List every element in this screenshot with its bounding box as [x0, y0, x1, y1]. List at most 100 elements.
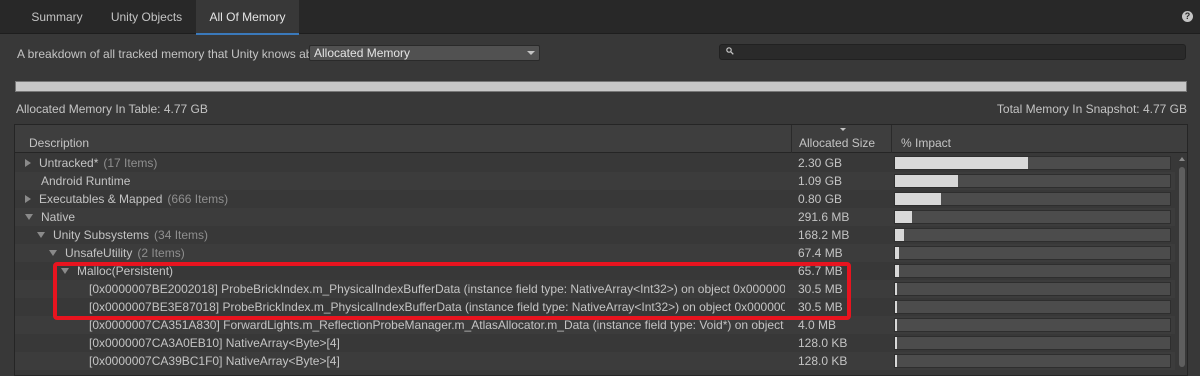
row-description: [0x0000007CA351A830] ForwardLights.m_Ref…	[89, 316, 785, 334]
row-label: Native	[41, 210, 76, 224]
scroll-up-icon[interactable]	[1179, 157, 1185, 161]
table-row[interactable]: Android Runtime 1.09 GB	[15, 172, 1175, 190]
expand-arrow-right-icon[interactable]	[25, 194, 31, 203]
row-allocated-size: 65.7 MB	[798, 264, 843, 278]
impact-bar-fill	[895, 193, 941, 205]
row-label: UnsafeUtility	[65, 246, 133, 260]
memory-table: Description Allocated Size % Impact Untr…	[14, 124, 1188, 376]
row-description: Unity Subsystems (34 Items)	[37, 226, 785, 244]
tab-bar: Summary Unity Objects All Of Memory ?	[0, 0, 1200, 35]
search-icon	[726, 47, 734, 55]
row-label: Unity Subsystems	[53, 228, 150, 242]
row-label: Executables & Mapped	[39, 192, 163, 206]
row-allocated-size: 67.4 MB	[798, 246, 843, 260]
allocated-in-table-label: Allocated Memory In Table: 4.77 GB	[16, 102, 208, 116]
row-allocated-size: 168.2 MB	[798, 228, 850, 242]
expand-arrow-down-icon[interactable]	[61, 267, 69, 274]
tab-unity-objects[interactable]: Unity Objects	[100, 0, 193, 34]
row-label: Android Runtime	[41, 174, 131, 188]
expand-arrow-down-icon[interactable]	[25, 213, 33, 220]
impact-bar	[894, 318, 1171, 332]
chevron-down-icon	[527, 51, 535, 55]
tab-summary[interactable]: Summary	[16, 0, 98, 34]
impact-bar-fill	[895, 247, 899, 259]
impact-bar-fill	[895, 265, 899, 277]
row-description: [0x0000007CA39BC1F0] NativeArray<Byte>[4…	[89, 352, 785, 370]
row-description: [0x0000007CA3A0EB10] NativeArray<Byte>[4…	[89, 334, 785, 352]
row-description: Executables & Mapped (666 Items)	[25, 190, 785, 208]
total-in-snapshot-label: Total Memory In Snapshot: 4.77 GB	[996, 102, 1187, 116]
table-row[interactable]: [0x0000007BE3E87018] ProbeBrickIndex.m_P…	[15, 298, 1175, 316]
expand-arrow-down-icon[interactable]	[37, 231, 45, 238]
column-divider[interactable]	[791, 125, 792, 153]
row-label: [0x0000007CA351A830] ForwardLights.m_Ref…	[89, 318, 785, 332]
table-row[interactable]: [0x0000007BE2002018] ProbeBrickIndex.m_P…	[15, 280, 1175, 298]
impact-bar	[894, 210, 1171, 224]
impact-bar-fill	[895, 157, 1028, 169]
row-label: [0x0000007CA39BC1F0] NativeArray<Byte>[4…	[89, 354, 340, 368]
column-allocated-size[interactable]: Allocated Size	[799, 125, 875, 153]
table-row[interactable]: Malloc(Persistent) 65.7 MB	[15, 262, 1175, 280]
impact-bar-fill	[895, 229, 904, 241]
view-dropdown[interactable]: Allocated Memory	[309, 45, 540, 61]
table-header: Description Allocated Size % Impact	[15, 125, 1187, 153]
impact-bar-fill	[895, 283, 897, 295]
impact-bar-fill	[895, 355, 897, 367]
row-description: [0x0000007BE3E87018] ProbeBrickIndex.m_P…	[89, 298, 785, 316]
help-icon[interactable]: ?	[1182, 11, 1193, 22]
column-divider[interactable]	[891, 125, 892, 153]
row-allocated-size: 128.0 KB	[798, 354, 848, 368]
table-row[interactable]: Unity Subsystems (34 Items) 168.2 MB	[15, 226, 1175, 244]
scrollbar-thumb[interactable]	[1179, 167, 1185, 367]
row-description: Malloc(Persistent)	[61, 262, 785, 280]
row-allocated-size: 30.5 MB	[798, 282, 843, 296]
row-label: [0x0000007BE2002018] ProbeBrickIndex.m_P…	[89, 282, 785, 296]
column-description[interactable]: Description	[29, 125, 89, 153]
tab-all-of-memory[interactable]: All Of Memory	[196, 0, 299, 35]
row-item-count: (666 Items)	[167, 192, 229, 206]
row-label: Untracked*	[39, 156, 99, 170]
vertical-scrollbar[interactable]	[1177, 153, 1187, 375]
impact-bar	[894, 156, 1171, 170]
table-row[interactable]: UnsafeUtility (2 Items) 67.4 MB	[15, 244, 1175, 262]
row-description: [0x0000007BE2002018] ProbeBrickIndex.m_P…	[89, 280, 785, 298]
impact-bar	[894, 264, 1171, 278]
search-input[interactable]	[719, 44, 1186, 60]
view-dropdown-value: Allocated Memory	[314, 46, 411, 60]
row-allocated-size: 4.0 MB	[798, 318, 837, 332]
row-allocated-size: 2.30 GB	[798, 156, 843, 170]
column-impact[interactable]: % Impact	[901, 125, 951, 153]
row-description: Native	[25, 208, 785, 226]
row-allocated-size: 0.80 GB	[798, 192, 843, 206]
row-allocated-size: 291.6 MB	[798, 210, 850, 224]
row-allocated-size: 1.09 GB	[798, 174, 843, 188]
table-row[interactable]: [0x0000007CA39BC1F0] NativeArray<Byte>[4…	[15, 352, 1175, 370]
expand-arrow-right-icon[interactable]	[25, 158, 31, 167]
row-label: [0x0000007CA3A0EB10] NativeArray<Byte>[4…	[89, 336, 340, 350]
row-item-count: (2 Items)	[137, 246, 185, 260]
impact-bar	[894, 300, 1171, 314]
row-description: Android Runtime	[41, 172, 785, 190]
row-label: Malloc(Persistent)	[77, 264, 174, 278]
table-row[interactable]: Untracked* (17 Items) 2.30 GB	[15, 154, 1175, 172]
expand-arrow-down-icon[interactable]	[49, 249, 57, 256]
impact-bar-fill	[895, 175, 958, 187]
page-description: A breakdown of all tracked memory that U…	[17, 47, 333, 61]
table-row[interactable]: Native 291.6 MB	[15, 208, 1175, 226]
impact-bar	[894, 354, 1171, 368]
impact-bar	[894, 282, 1171, 296]
table-row[interactable]: [0x0000007CA3A0EB10] NativeArray<Byte>[4…	[15, 334, 1175, 352]
impact-bar	[894, 336, 1171, 350]
impact-bar-fill	[895, 301, 897, 313]
impact-bar-fill	[895, 211, 912, 223]
impact-bar	[894, 174, 1171, 188]
row-item-count: (17 Items)	[103, 156, 158, 170]
row-description: Untracked* (17 Items)	[25, 154, 785, 172]
row-item-count: (34 Items)	[154, 228, 209, 242]
impact-bar-fill	[895, 337, 897, 349]
impact-bar-fill	[895, 319, 897, 331]
row-allocated-size: 30.5 MB	[798, 300, 843, 314]
row-label: [0x0000007BE3E87018] ProbeBrickIndex.m_P…	[89, 300, 785, 314]
table-row[interactable]: Executables & Mapped (666 Items) 0.80 GB	[15, 190, 1175, 208]
table-row[interactable]: [0x0000007CA351A830] ForwardLights.m_Ref…	[15, 316, 1175, 334]
